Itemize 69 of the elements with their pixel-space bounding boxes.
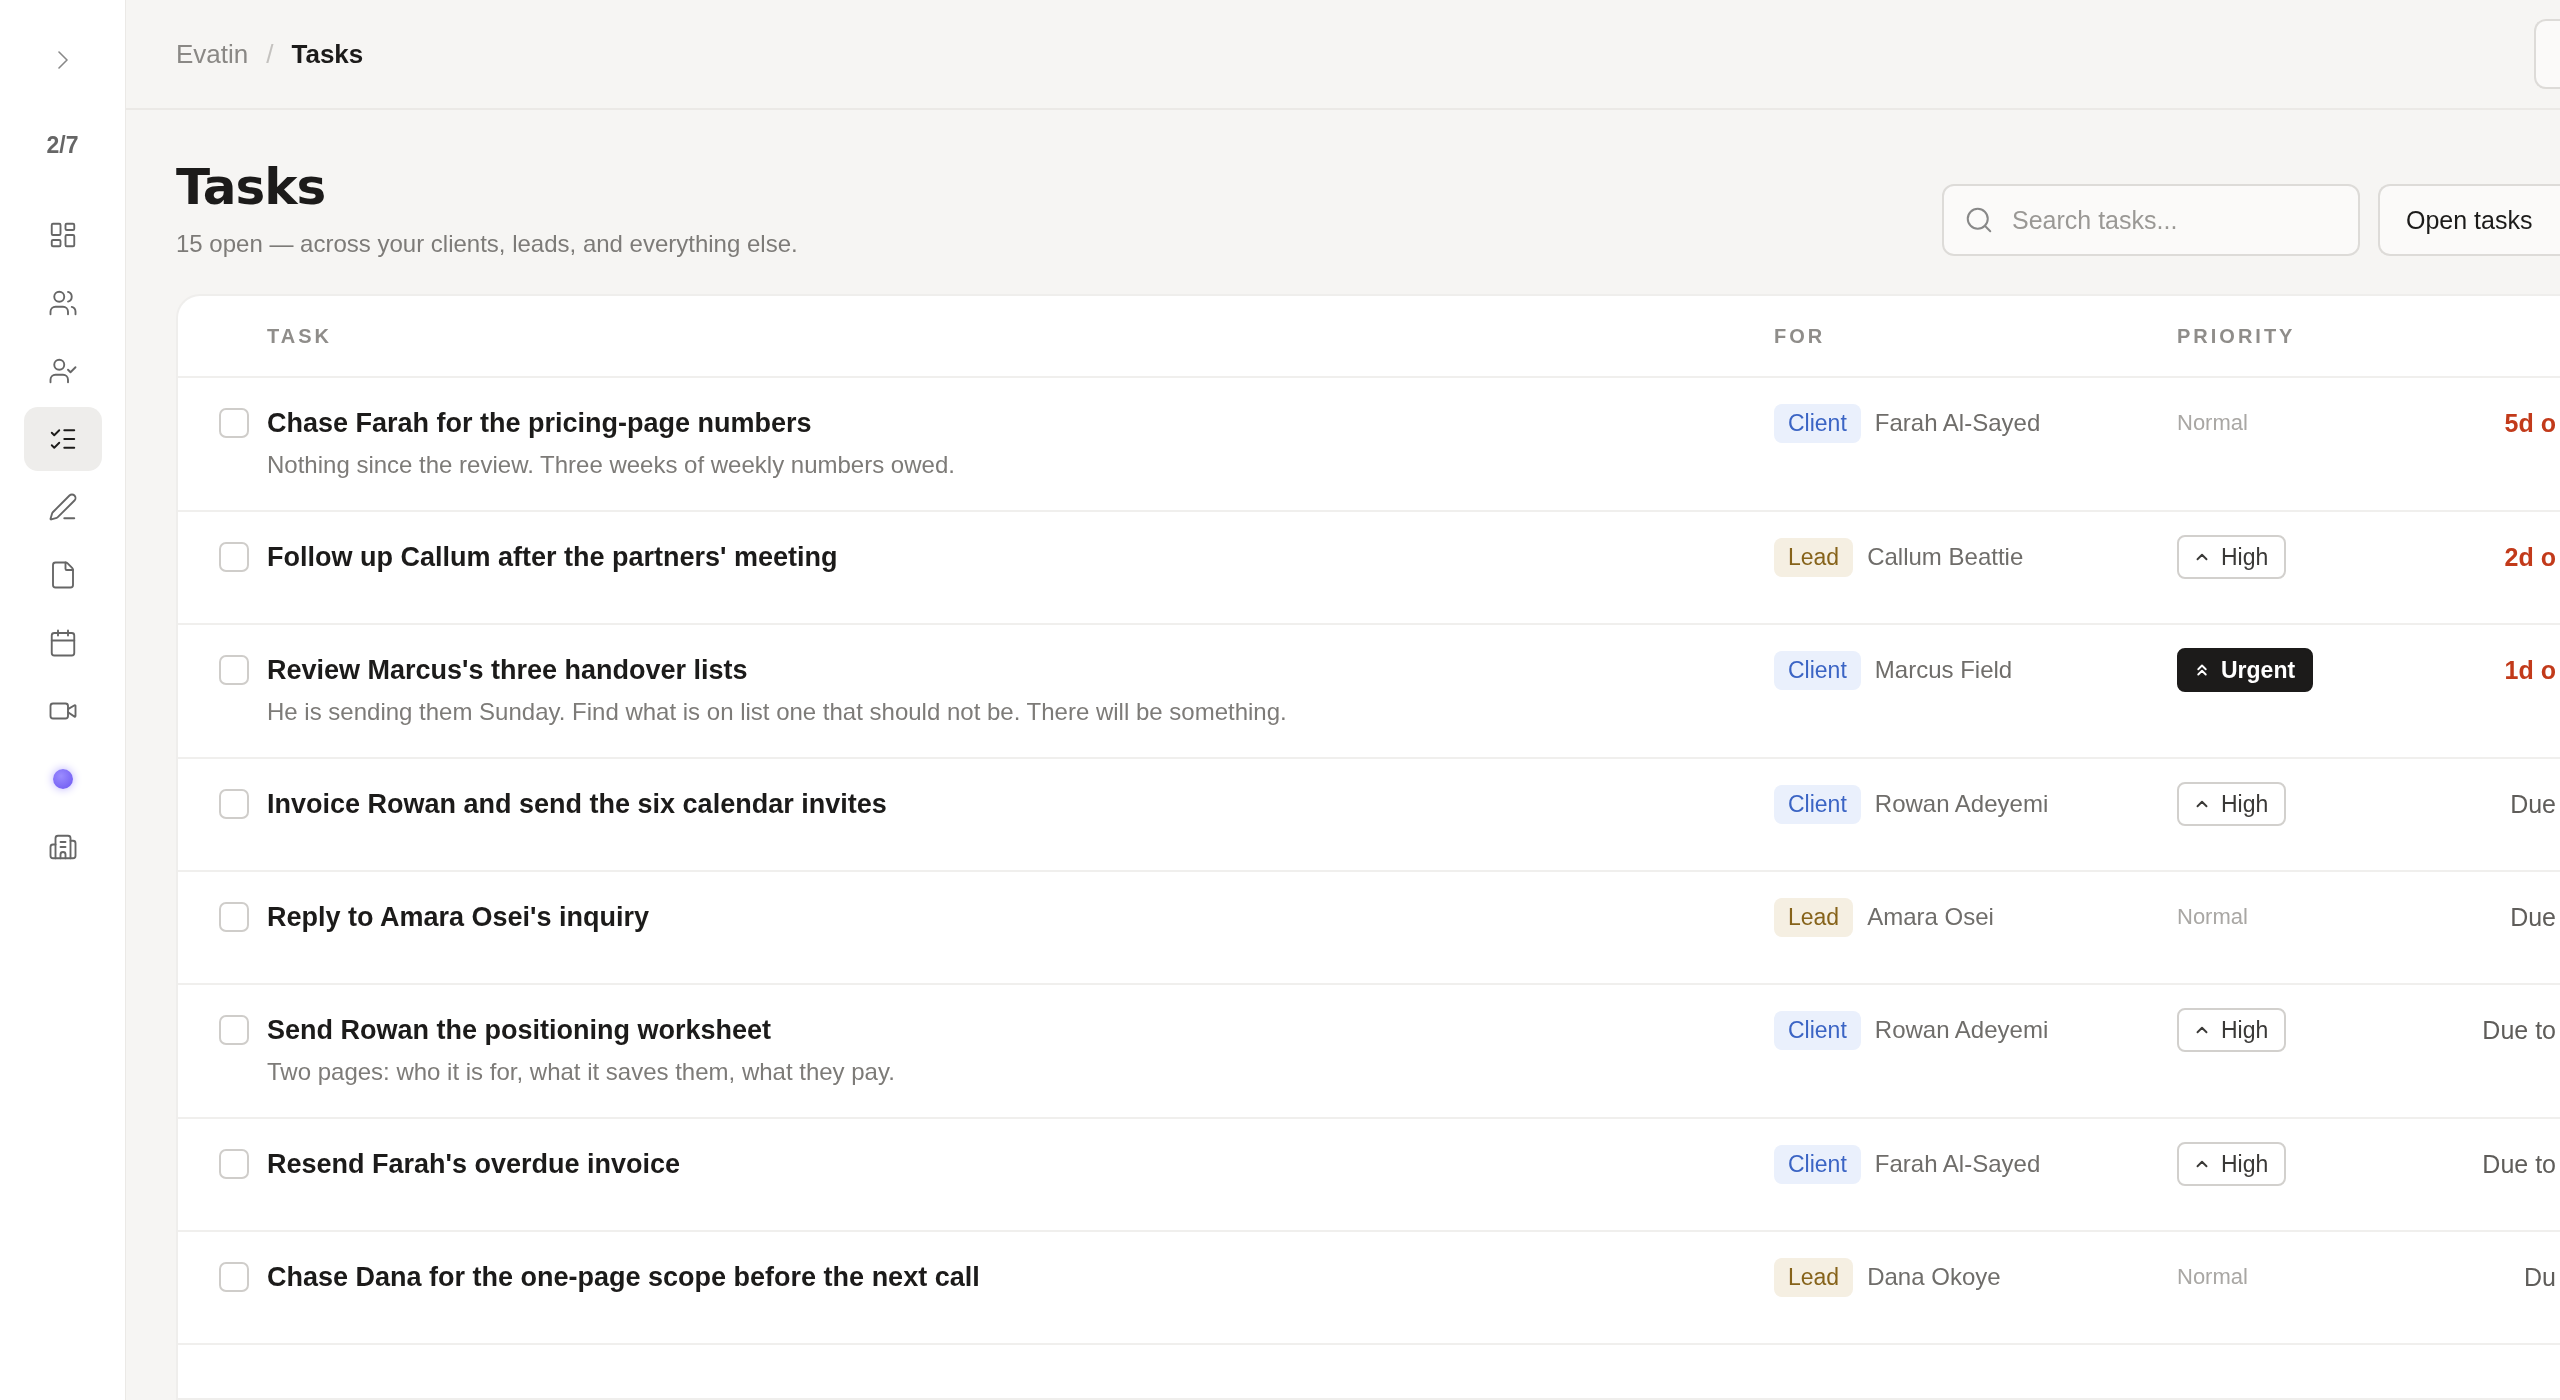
- task-note: Two pages: who it is for, what it saves them, what they pay.: [267, 1057, 896, 1087]
- task-note: Nothing since the review. Three weeks of weekly numbers owed.: [267, 450, 956, 480]
- priority-badge: High: [2177, 782, 2287, 826]
- task-title: Chase Farah for the pricing-page numbers: [267, 408, 813, 438]
- priority-text: Normal: [2177, 410, 2248, 436]
- page-subtitle: 15 open — across your clients, leads, and everything else.: [176, 230, 798, 258]
- pen-icon: [47, 492, 78, 522]
- due-text: Due to: [2482, 1015, 2557, 1045]
- relation-tag: Lead: [1774, 897, 1854, 937]
- due-text: Due: [2510, 789, 2557, 819]
- task-title: Resend Farah's overdue invoice: [267, 1149, 682, 1179]
- contact-name: Farah Al-Sayed: [1874, 409, 2041, 437]
- task-title: Invoice Rowan and send the six calendar invites: [267, 789, 888, 819]
- task-title: Review Marcus's three handover lists: [267, 655, 749, 685]
- due-text: 2d o: [2504, 542, 2557, 572]
- contact-name: Rowan Adeyemi: [1874, 1016, 2049, 1044]
- task-checkbox[interactable]: [219, 902, 249, 932]
- column-header: FOR: [1774, 324, 1827, 348]
- task-checkbox[interactable]: [219, 408, 249, 438]
- due-text: Due to: [2482, 1149, 2557, 1179]
- priority-badge: High: [2177, 1142, 2287, 1186]
- task-checkbox[interactable]: [219, 1149, 249, 1179]
- building-icon: [47, 832, 78, 862]
- page-counter: 2/7: [46, 132, 79, 159]
- task-checkbox[interactable]: [219, 789, 249, 819]
- urgent-badge: Urgent: [2177, 648, 2314, 692]
- contact-name: Rowan Adeyemi: [1874, 790, 2049, 818]
- users-icon: [47, 288, 78, 318]
- task-checkbox[interactable]: [219, 1262, 249, 1292]
- contact-name: Dana Okoye: [1867, 1263, 2001, 1291]
- task-title: Follow up Callum after the partners' meeting: [267, 542, 839, 572]
- search-field[interactable]: Search tasks...: [1942, 184, 2360, 256]
- contact-name: Farah Al-Sayed: [1874, 1150, 2041, 1178]
- priority-text: Normal: [2177, 904, 2248, 930]
- due-text: 5d o: [2504, 408, 2557, 438]
- chevron-right-icon: [57, 51, 68, 69]
- contact-name: Marcus Field: [1874, 656, 2013, 684]
- relation-tag: Lead: [1774, 537, 1854, 577]
- due-text: Due: [2510, 902, 2557, 932]
- column-header: TASK: [267, 324, 333, 348]
- task-title: Reply to Amara Osei's inquiry: [267, 902, 651, 932]
- due-text: Du: [2524, 1262, 2557, 1292]
- task-checkbox[interactable]: [219, 542, 249, 572]
- column-header: PRIORITY: [2177, 324, 2297, 348]
- contact-name: Callum Beattie: [1867, 543, 2024, 571]
- task-checkbox[interactable]: [219, 655, 249, 685]
- breadcrumb-current: Tasks: [291, 38, 364, 70]
- contact-name: Amara Osei: [1867, 903, 1994, 931]
- relation-tag: Client: [1774, 1010, 1861, 1050]
- priority-badge: High: [2177, 1008, 2287, 1052]
- relation-tag: Client: [1774, 650, 1861, 690]
- page-title: Tasks: [176, 158, 327, 216]
- relation-tag: Lead: [1774, 1257, 1854, 1297]
- task-title: Send Rowan the positioning worksheet: [267, 1015, 773, 1045]
- search-icon: [1964, 205, 1994, 235]
- due-text: 1d o: [2504, 655, 2557, 685]
- relation-tag: Client: [1774, 1144, 1861, 1184]
- breadcrumb-separator: /: [266, 38, 274, 70]
- task-note: He is sending them Sunday. Find what is on list one that should not be. There will be something.: [267, 697, 1288, 727]
- filter-dropdown[interactable]: Open tasks: [2378, 184, 2560, 256]
- nav-item[interactable]: [23, 407, 102, 471]
- relation-tag: Client: [1774, 784, 1861, 824]
- priority-text: Normal: [2177, 1264, 2248, 1290]
- relation-tag: Client: [1774, 403, 1861, 443]
- user-check-icon: [47, 356, 78, 386]
- task-title: Chase Dana for the one-page scope before the next call: [267, 1262, 981, 1292]
- task-checkbox[interactable]: [219, 1015, 249, 1045]
- orb-icon: [52, 769, 73, 789]
- priority-badge: High: [2177, 535, 2287, 579]
